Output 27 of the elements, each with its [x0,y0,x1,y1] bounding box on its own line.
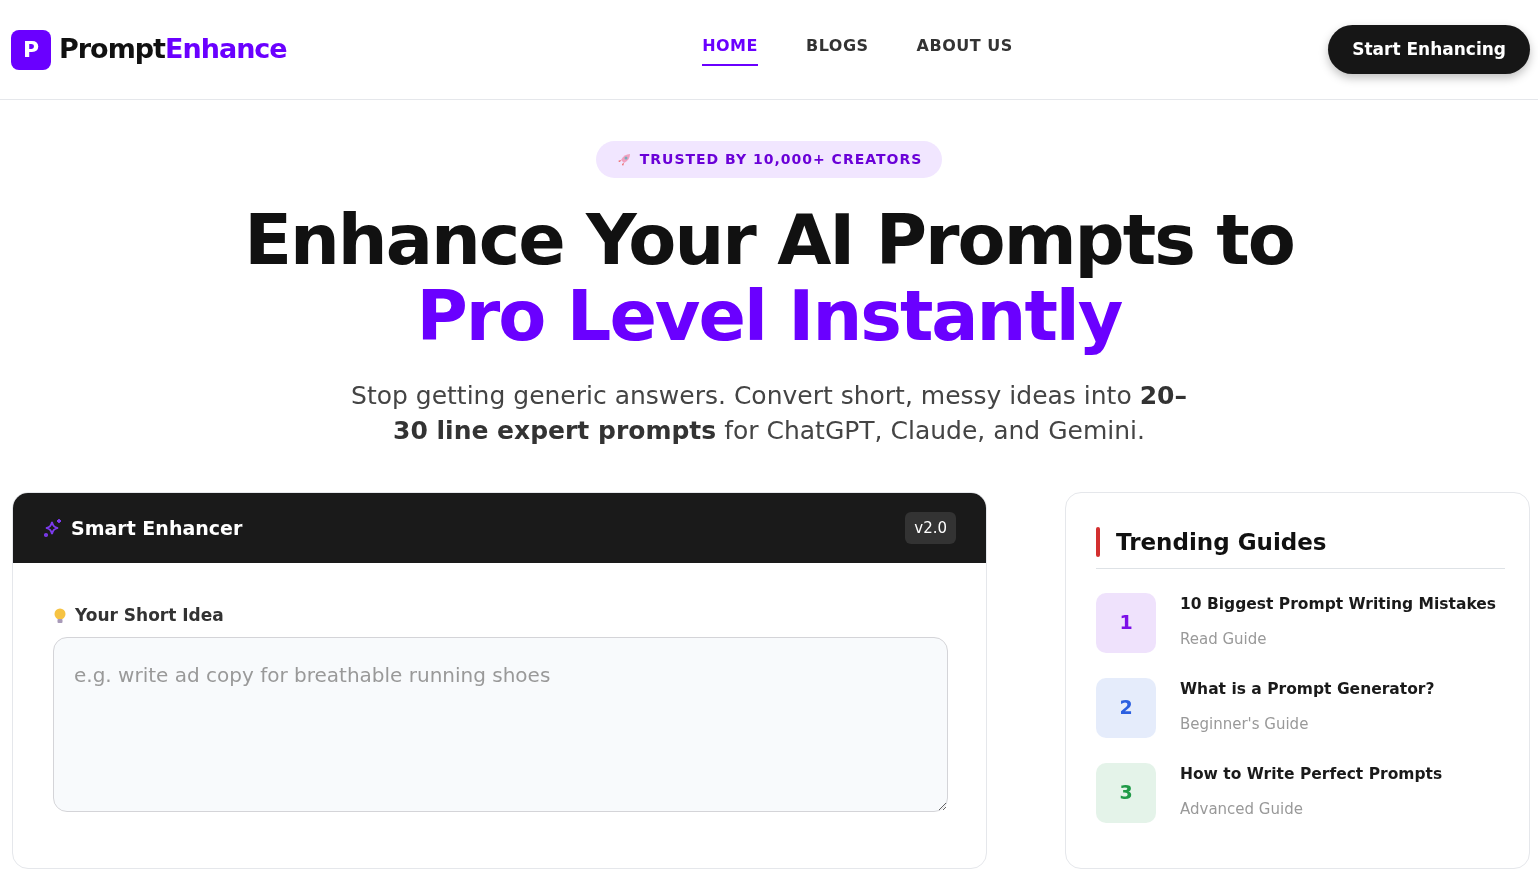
field-label: Your Short Idea [75,604,224,627]
hero-subtitle: Stop getting generic answers. Convert short, messy ideas into 20–30 line expert prompts for ChatGPT, Claude, and Gemini. [350,380,1188,447]
accent-bar [1096,527,1100,558]
guide-link[interactable]: How to Write Perfect Prompts [1180,762,1443,786]
trending-title: Trending Guides [1116,528,1327,557]
trust-badge: TRUSTED BY 10,000+ CREATORS [595,141,943,178]
guide-link[interactable]: What is a Prompt Generator? [1180,677,1435,701]
enhancer-title: Smart Enhancer [71,515,243,541]
idea-input-field[interactable]: e.g. write ad copy for breathable running shoes [53,636,948,812]
guide-subtitle: Beginner's Guide [1180,713,1310,735]
version-badge: v2.0 [905,511,956,545]
guide-number: 3 [1096,762,1156,823]
logo-icon: P [11,29,51,70]
nav-link[interactable]: HOME [702,33,758,66]
sparkle-icon [43,518,63,538]
start-enhancing-button[interactable]: Start Enhancing [1328,24,1530,75]
hero-heading-highlight: Pro Level Instantly [416,278,1122,354]
hero-heading: Enhance Your AI Prompts to [244,202,1294,278]
nav-link[interactable]: BLOGS [805,33,869,66]
lightbulb-icon [53,606,67,625]
guide-subtitle: Advanced Guide [1180,798,1304,820]
brand-name: PromptEnhance [59,32,287,67]
nav-link[interactable]: ABOUT US [916,33,1013,66]
guide-number: 1 [1096,592,1156,653]
guide-number: 2 [1096,677,1156,738]
guide-subtitle: Read Guide [1180,628,1268,650]
guide-link[interactable]: 10 Biggest Prompt Writing Mistakes [1180,592,1497,616]
